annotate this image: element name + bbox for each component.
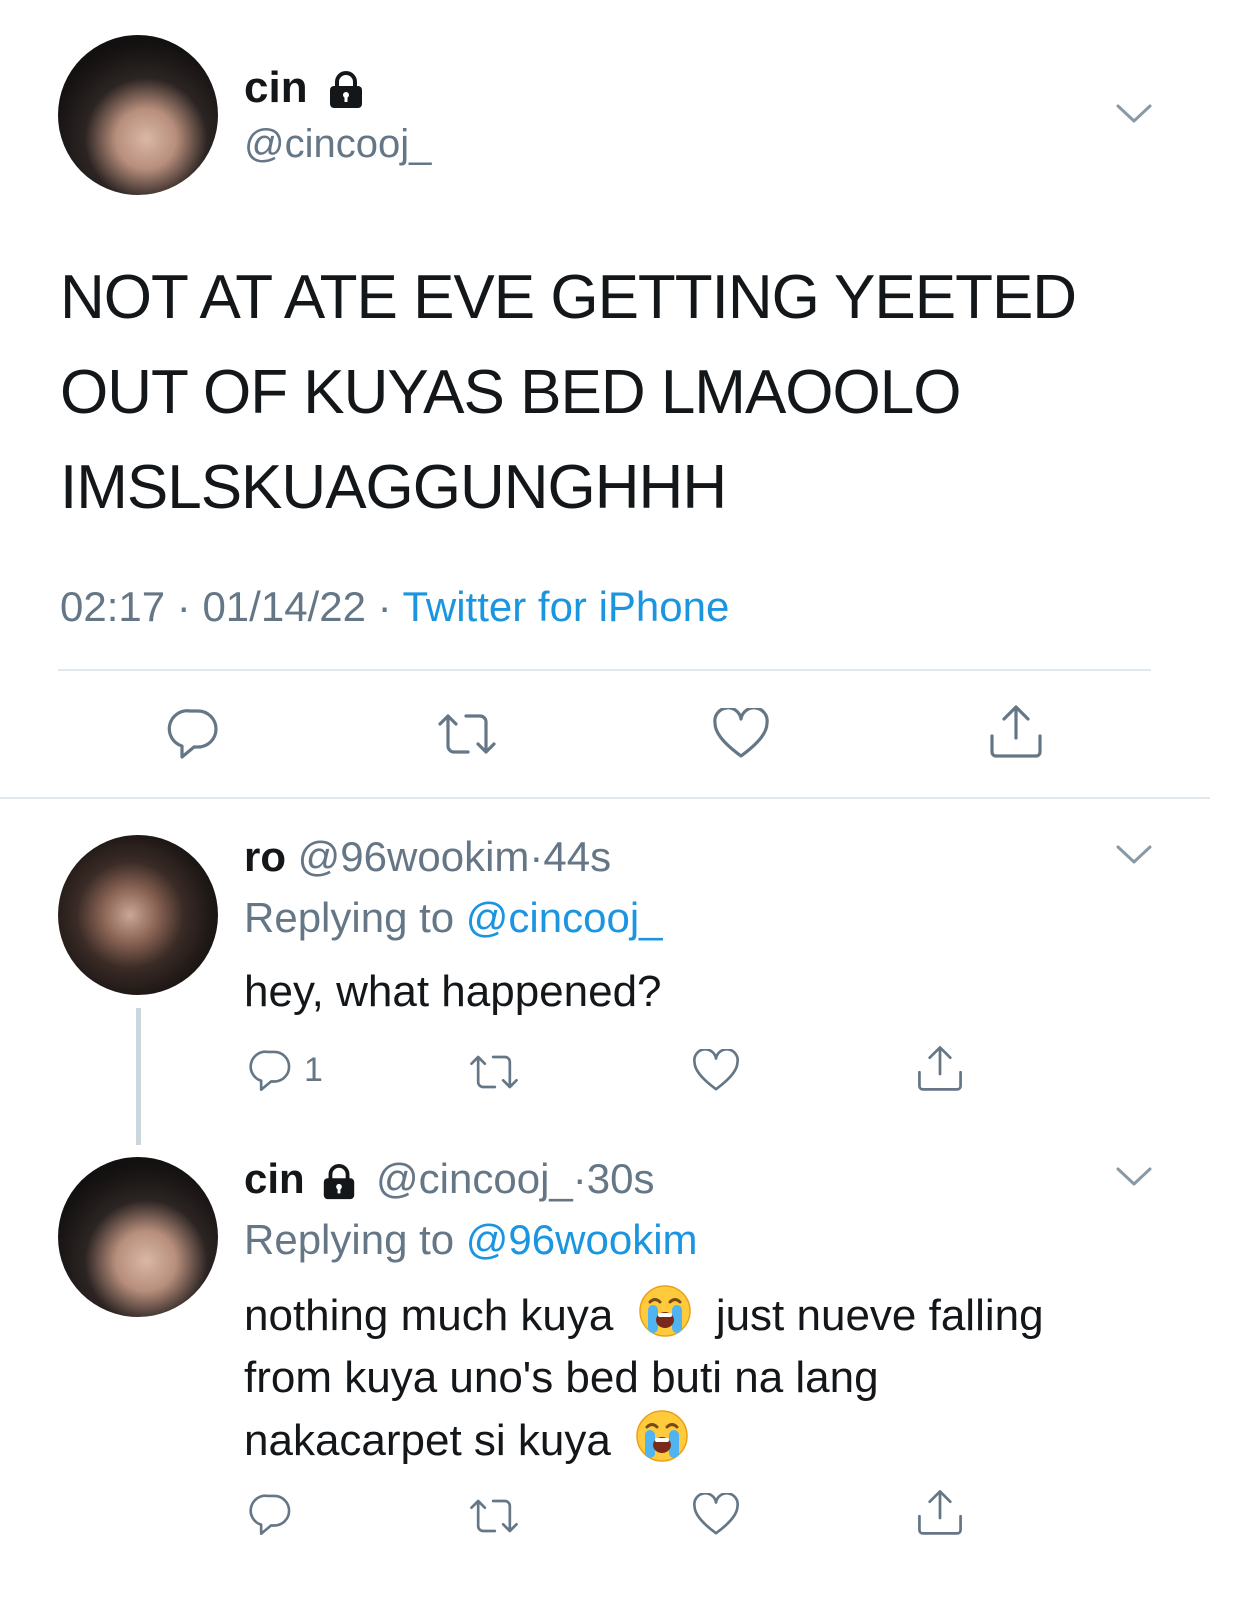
like-icon[interactable] bbox=[692, 1049, 740, 1093]
reply-text-segment: nothing much kuya bbox=[244, 1291, 614, 1340]
lock-icon bbox=[324, 1163, 355, 1200]
retweet-icon[interactable] bbox=[434, 710, 500, 758]
like-icon[interactable] bbox=[712, 708, 770, 760]
tweet-text-line: OUT OF KUYAS BED LMAOOLO bbox=[60, 358, 961, 427]
reply-text-segment: nakacarpet si kuya bbox=[244, 1416, 611, 1465]
chevron-down-icon[interactable] bbox=[1116, 845, 1152, 865]
tweet-text: NOT AT ATE EVE GETTING YEETED OUT OF KUY… bbox=[60, 250, 1200, 535]
reply-text-line: from kuya uno's bed buti na lang bbox=[244, 1353, 879, 1402]
separator: · bbox=[377, 583, 392, 630]
tweet-text-line: IMSLSKUAGGUNGHHH bbox=[60, 453, 727, 522]
reply-icon[interactable] bbox=[248, 1491, 294, 1537]
replying-prefix: Replying to bbox=[244, 1216, 455, 1263]
mention-link[interactable]: @96wookim bbox=[466, 1216, 698, 1263]
separator: · bbox=[572, 1155, 587, 1202]
like-icon[interactable] bbox=[692, 1493, 740, 1537]
share-icon[interactable] bbox=[916, 1043, 964, 1093]
display-name[interactable]: cin bbox=[244, 63, 308, 112]
reply-text: nothing much kuya just nueve falling fro… bbox=[244, 1284, 1044, 1472]
retweet-icon[interactable] bbox=[466, 1052, 522, 1092]
divider bbox=[58, 669, 1151, 671]
display-name[interactable]: cin bbox=[244, 1155, 305, 1202]
timestamp[interactable]: 44s bbox=[543, 833, 611, 880]
display-name[interactable]: ro bbox=[244, 833, 286, 880]
separator: · bbox=[529, 833, 544, 880]
tweet-source[interactable]: Twitter for iPhone bbox=[403, 583, 730, 630]
handle[interactable]: @cincooj_ bbox=[376, 1155, 573, 1202]
thread-line bbox=[136, 1008, 141, 1145]
share-icon[interactable] bbox=[916, 1487, 964, 1537]
reply-icon[interactable] bbox=[166, 705, 222, 761]
handle[interactable]: @96wookim bbox=[298, 833, 530, 880]
timestamp[interactable]: 30s bbox=[587, 1155, 655, 1202]
reply-text-line: nakacarpet si kuya bbox=[244, 1409, 1044, 1472]
chevron-down-icon[interactable] bbox=[1116, 104, 1152, 124]
replying-prefix: Replying to bbox=[244, 894, 455, 941]
share-icon[interactable] bbox=[988, 702, 1044, 760]
tweet-meta: 02:17 · 01/14/22 · Twitter for iPhone bbox=[60, 582, 729, 632]
tweet-date: 01/14/22 bbox=[202, 583, 366, 630]
lock-icon bbox=[329, 71, 362, 109]
reply-header: cin @cincooj_·30s bbox=[244, 1154, 654, 1204]
replying-to: Replying to @cincooj_ bbox=[244, 893, 663, 943]
tweet-time: 02:17 bbox=[60, 583, 166, 630]
tweet-text-line: NOT AT ATE EVE GETTING YEETED bbox=[60, 263, 1077, 332]
handle[interactable]: @cincooj_ bbox=[244, 120, 431, 168]
replying-to: Replying to @96wookim bbox=[244, 1215, 698, 1265]
reply-count: 1 bbox=[304, 1051, 323, 1089]
avatar[interactable] bbox=[58, 1157, 218, 1317]
avatar[interactable] bbox=[58, 835, 218, 995]
avatar[interactable] bbox=[58, 35, 218, 195]
separator: · bbox=[176, 583, 191, 630]
loudly-crying-face-icon bbox=[638, 1285, 691, 1337]
mention-link[interactable]: @cincooj_ bbox=[466, 894, 663, 941]
reply-text-segment: just nueve falling bbox=[715, 1291, 1044, 1340]
reply-text: hey, what happened? bbox=[244, 967, 662, 1016]
divider bbox=[0, 797, 1210, 799]
reply-icon[interactable] bbox=[248, 1047, 294, 1093]
reply-text-line: nothing much kuya just nueve falling bbox=[244, 1284, 1044, 1347]
reply-header: ro @96wookim·44s bbox=[244, 832, 611, 882]
loudly-crying-face-icon bbox=[636, 1410, 688, 1462]
chevron-down-icon[interactable] bbox=[1116, 1167, 1152, 1187]
retweet-icon[interactable] bbox=[466, 1496, 522, 1536]
author-row: cin bbox=[244, 62, 366, 114]
